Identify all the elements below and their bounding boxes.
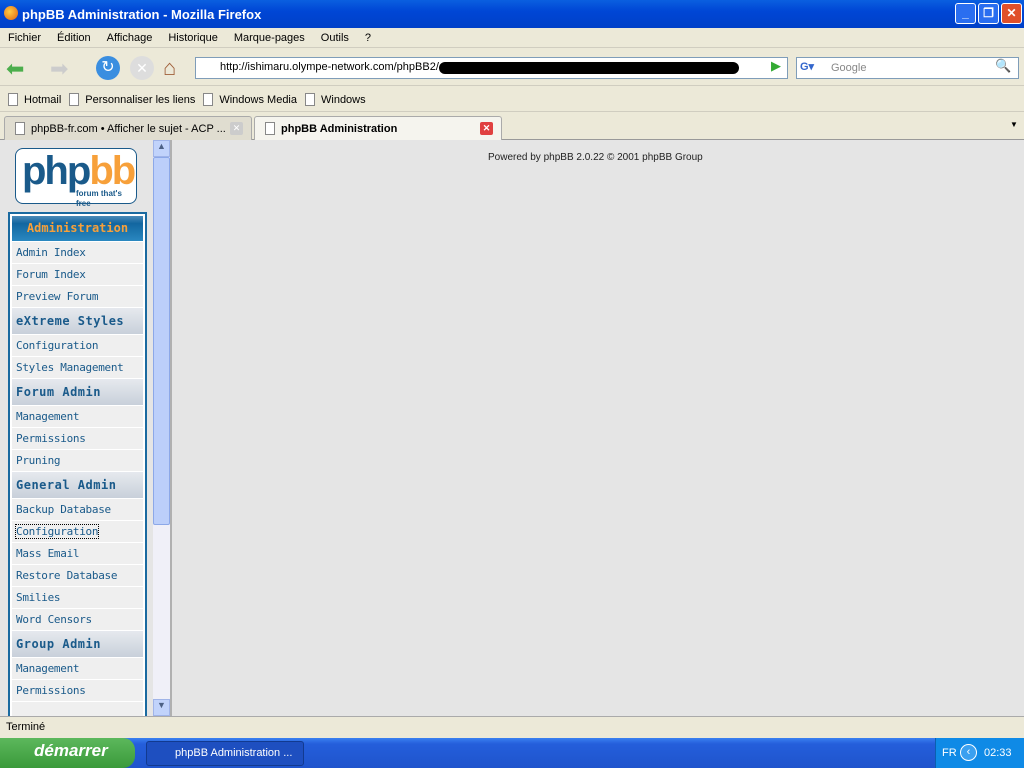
nav-link[interactable]: Management bbox=[12, 405, 143, 427]
nav-link[interactable]: Forum Index bbox=[12, 263, 143, 285]
menu-bar: Fichier Édition Affichage Historique Mar… bbox=[0, 28, 1024, 48]
bookmark-windows[interactable]: Windows bbox=[305, 93, 366, 106]
nav-link[interactable]: Styles Management bbox=[12, 356, 143, 378]
clock: 02:33 bbox=[984, 747, 1012, 759]
menu-marque-pages[interactable]: Marque-pages bbox=[226, 32, 313, 44]
maximize-button[interactable]: ❐ bbox=[978, 3, 999, 24]
nav-link[interactable]: Configuration bbox=[12, 334, 143, 356]
search-icon[interactable]: 🔍 bbox=[995, 58, 1011, 74]
bookmark-personnaliser[interactable]: Personnaliser les liens bbox=[69, 93, 195, 106]
nav-link[interactable]: Word Censors bbox=[12, 608, 143, 630]
page-icon bbox=[15, 122, 25, 135]
menu-fichier[interactable]: Fichier bbox=[0, 32, 49, 44]
forward-icon[interactable]: ➡ bbox=[50, 56, 68, 82]
taskbar: démarrer phpBB Administration ... FR ‹ 0… bbox=[0, 738, 1024, 768]
window-title: phpBB Administration - Mozilla Firefox bbox=[22, 6, 262, 22]
tab-label: phpBB Administration bbox=[281, 122, 398, 135]
language-indicator[interactable]: FR bbox=[942, 747, 957, 759]
phpbb-logo[interactable]: phpbb forum that's free bbox=[15, 148, 137, 208]
nav-link[interactable]: Pruning bbox=[12, 449, 143, 471]
nav-link[interactable]: Mass Email bbox=[12, 542, 143, 564]
nav-section-header: Group Admin bbox=[12, 631, 143, 657]
start-button[interactable]: démarrer bbox=[0, 738, 135, 768]
google-icon[interactable]: G▾ bbox=[800, 60, 814, 73]
back-icon[interactable]: ⬅ bbox=[6, 56, 24, 82]
nav-link[interactable]: Permissions bbox=[12, 679, 143, 701]
menu-help[interactable]: ? bbox=[357, 32, 379, 44]
page-icon bbox=[305, 93, 315, 106]
tab-phpbb-administration[interactable]: phpBB Administration ✕ bbox=[254, 116, 502, 140]
scroll-up-icon[interactable]: ▲ bbox=[153, 140, 170, 157]
logo-text: php bbox=[22, 149, 91, 193]
status-bar: Terminé bbox=[0, 716, 1024, 738]
url-input[interactable]: http://ishimaru.olympe-network.com/phpBB… bbox=[195, 57, 788, 79]
nav-link[interactable]: Permissions bbox=[12, 427, 143, 449]
nav-link[interactable]: Preview Forum bbox=[12, 285, 143, 307]
bookmarks-bar: Hotmail Personnaliser les liens Windows … bbox=[0, 88, 1024, 112]
tab-phpbb-fr[interactable]: phpBB-fr.com • Afficher le sujet - ACP .… bbox=[4, 116, 252, 140]
tab-close-icon[interactable]: ✕ bbox=[230, 122, 243, 135]
nav-section-header: eXtreme Styles bbox=[12, 308, 143, 334]
nav-link[interactable]: Restore Database bbox=[12, 564, 143, 586]
nav-link[interactable]: Admin Index bbox=[12, 241, 143, 263]
system-tray: FR ‹ 02:33 bbox=[935, 738, 1024, 768]
bookmark-label: Hotmail bbox=[24, 93, 62, 106]
page-icon bbox=[69, 93, 80, 106]
nav-section-header: Forum Admin bbox=[12, 379, 143, 405]
logo-text: bb bbox=[89, 149, 136, 193]
page-icon bbox=[203, 93, 214, 106]
menu-affichage[interactable]: Affichage bbox=[99, 32, 161, 44]
go-icon[interactable]: ▶ bbox=[765, 58, 787, 78]
scroll-down-icon[interactable]: ▼ bbox=[153, 699, 170, 716]
stop-icon[interactable]: ✕ bbox=[130, 56, 154, 80]
search-placeholder: Google bbox=[831, 62, 867, 74]
logo-tagline: forum that's free bbox=[76, 189, 122, 208]
start-label: démarrer bbox=[34, 741, 108, 760]
home-icon[interactable]: ⌂ bbox=[163, 55, 176, 81]
bookmark-label: Windows bbox=[321, 93, 366, 106]
tab-close-icon[interactable]: ✕ bbox=[480, 122, 493, 135]
powered-by-text: Powered by phpBB 2.0.22 © 2001 phpBB Gro… bbox=[488, 152, 703, 163]
page-icon bbox=[8, 93, 18, 106]
admin-nav: Administration Admin Index Forum Index P… bbox=[8, 212, 147, 716]
nav-section-header: General Admin bbox=[12, 472, 143, 498]
reload-icon[interactable]: ↻ bbox=[96, 56, 120, 80]
title-bar: phpBB Administration - Mozilla Firefox _… bbox=[0, 0, 1024, 28]
firefox-icon bbox=[4, 6, 18, 20]
bookmark-hotmail[interactable]: Hotmail bbox=[8, 93, 61, 106]
status-text: Terminé bbox=[6, 721, 46, 733]
menu-outils[interactable]: Outils bbox=[313, 32, 357, 44]
page-content: phpbb forum that's free Administration Ad… bbox=[0, 140, 1024, 716]
scroll-thumb[interactable] bbox=[153, 157, 170, 525]
nav-link[interactable]: Smilies bbox=[12, 586, 143, 608]
nav-header-administration: Administration bbox=[12, 216, 143, 241]
menu-edition[interactable]: Édition bbox=[49, 32, 99, 44]
task-label: phpBB Administration ... bbox=[175, 747, 293, 759]
tab-list-icon[interactable]: ▼ bbox=[1010, 120, 1018, 129]
tab-bar: phpBB-fr.com • Afficher le sujet - ACP .… bbox=[0, 113, 1024, 140]
bookmark-windows-media[interactable]: Windows Media bbox=[203, 93, 297, 106]
close-button[interactable]: ✕ bbox=[1001, 3, 1022, 24]
tab-label: phpBB-fr.com • Afficher le sujet - ACP .… bbox=[31, 122, 226, 135]
nav-frame: phpbb forum that's free Administration Ad… bbox=[0, 140, 172, 716]
bookmark-label: Personnaliser les liens bbox=[85, 93, 196, 106]
page-icon bbox=[265, 122, 275, 135]
menu-historique[interactable]: Historique bbox=[160, 32, 226, 44]
nav-link[interactable] bbox=[12, 701, 143, 716]
nav-scrollbar[interactable]: ▲ ▼ bbox=[153, 140, 170, 716]
tray-expand-icon[interactable]: ‹ bbox=[960, 744, 977, 761]
nav-link[interactable]: Backup Database bbox=[12, 498, 143, 520]
minimize-button[interactable]: _ bbox=[955, 3, 976, 24]
nav-link[interactable]: Management bbox=[12, 657, 143, 679]
taskbar-item-firefox[interactable]: phpBB Administration ... bbox=[146, 741, 304, 766]
nav-link-focused[interactable]: Configuration bbox=[12, 520, 143, 542]
bookmark-label: Windows Media bbox=[219, 93, 297, 106]
search-input[interactable]: Google bbox=[796, 57, 1019, 79]
redacted-url bbox=[439, 62, 739, 74]
url-text: http://ishimaru.olympe-network.com/phpBB… bbox=[220, 61, 439, 73]
